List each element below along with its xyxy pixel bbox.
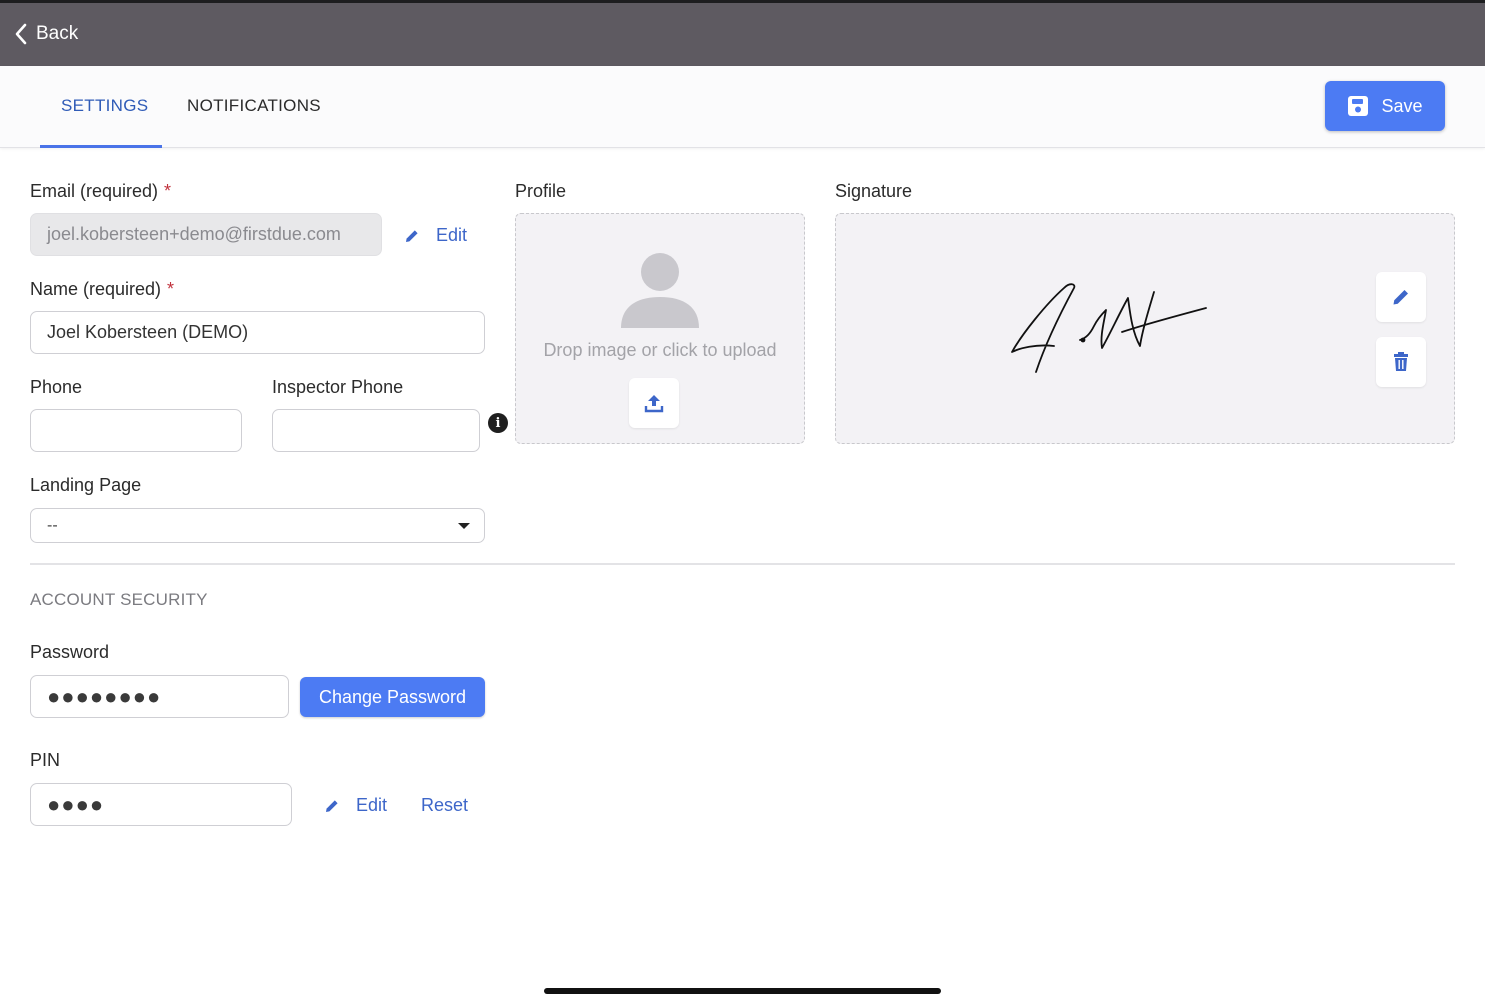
tab-settings[interactable]: SETTINGS — [61, 96, 148, 116]
upload-icon — [644, 395, 664, 413]
pin-reset-link[interactable]: Reset — [421, 795, 468, 816]
password-label: Password — [30, 642, 110, 662]
password-field[interactable]: ●●●●●●●● — [30, 675, 289, 718]
name-label: Name (required) * — [30, 279, 174, 300]
inspector-phone-field[interactable] — [272, 409, 480, 452]
signature-edit-button[interactable] — [1376, 272, 1426, 322]
email-edit-link[interactable]: Edit — [404, 225, 467, 246]
pin-mask: ●●●● — [47, 791, 105, 817]
section-divider — [30, 563, 1455, 565]
profile-dropzone[interactable]: Drop image or click to upload — [515, 213, 805, 444]
caret-down-icon — [458, 523, 470, 529]
required-mark: * — [164, 181, 172, 201]
pencil-icon — [406, 229, 418, 242]
tab-notifications[interactable]: NOTIFICATIONS — [187, 96, 321, 116]
user-placeholder-icon — [621, 253, 699, 328]
required-mark: * — [167, 279, 175, 299]
pin-edit-link[interactable]: Edit — [324, 795, 387, 816]
signature-box[interactable] — [835, 213, 1455, 444]
landing-page-value: -- — [47, 516, 58, 534]
profile-label: Profile — [515, 181, 567, 201]
drop-hint-text: Drop image or click to upload — [543, 340, 777, 360]
change-password-button[interactable]: Change Password — [300, 677, 485, 717]
phone-label: Phone — [30, 377, 83, 397]
floppy-disk-icon — [1348, 96, 1369, 116]
pencil-icon — [326, 799, 338, 812]
back-label: Back — [36, 23, 79, 44]
active-tab-indicator — [40, 145, 162, 148]
signature-image — [1011, 283, 1207, 373]
top-bar: Back — [0, 0, 1485, 66]
landing-page-label: Landing Page — [30, 475, 142, 495]
inspector-phone-label: Inspector Phone — [272, 377, 404, 397]
password-mask: ●●●●●●●● — [47, 683, 162, 709]
save-button[interactable]: Save — [1325, 81, 1445, 131]
signature-label: Signature — [835, 181, 913, 201]
back-button[interactable]: Back — [14, 23, 78, 45]
phone-field[interactable] — [30, 409, 242, 452]
home-indicator — [544, 988, 941, 994]
chevron-left-icon — [15, 23, 27, 45]
email-label: Email (required) * — [30, 181, 171, 202]
landing-page-select[interactable]: -- — [30, 508, 485, 543]
pin-edit-label: Edit — [356, 795, 388, 815]
trash-icon — [1394, 352, 1408, 371]
signature-delete-button[interactable] — [1376, 337, 1426, 387]
info-icon[interactable]: i — [488, 413, 508, 433]
pin-label: PIN — [30, 750, 61, 770]
pencil-icon — [1393, 290, 1408, 305]
upload-button[interactable] — [629, 378, 679, 428]
name-label-text: Name (required) — [30, 279, 162, 299]
email-edit-label: Edit — [436, 225, 468, 245]
email-label-text: Email (required) — [30, 181, 159, 201]
pin-field[interactable]: ●●●● — [30, 783, 292, 826]
save-label: Save — [1381, 95, 1423, 116]
name-field[interactable]: Joel Kobersteen (DEMO) — [30, 311, 485, 354]
email-field: joel.kobersteen+demo@firstdue.com — [30, 213, 382, 256]
tab-bar: SETTINGS NOTIFICATIONS Save — [0, 66, 1485, 148]
account-security-heading: ACCOUNT SECURITY — [30, 590, 208, 609]
